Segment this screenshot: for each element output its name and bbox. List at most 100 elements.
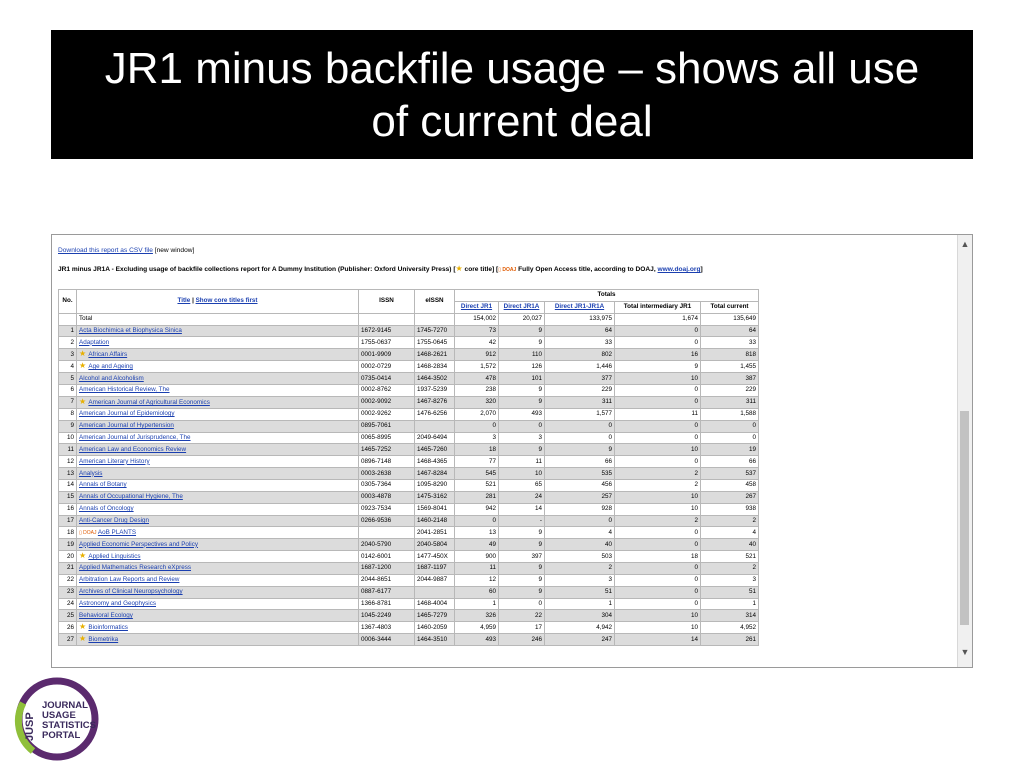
table-row: 24 Astronomy and Geophysics 1366-8781 1468-… [58,597,760,611]
journal-title-link[interactable]: Annals of Oncology [79,505,134,512]
row-direct-jr1: 326 [454,609,499,623]
journal-title-link[interactable]: American Journal of Hypertension [79,422,174,429]
journal-title-link[interactable]: Applied Economic Perspectives and Policy [79,541,198,548]
row-intermediary: 0 [614,562,701,575]
scroll-up-icon[interactable]: ▲ [958,237,972,251]
journal-title-link[interactable]: African Affairs [88,351,127,358]
col-issn-header: ISSN [358,289,415,314]
row-direct-diff: 0 [544,431,615,445]
row-direct-jr1: 1,572 [454,360,499,374]
row-direct-diff: 33 [544,336,615,350]
row-eissn: 1755-0645 [414,336,455,350]
row-issn: 0065-8995 [358,431,415,445]
journal-title-link[interactable]: Arbitration Law Reports and Review [79,576,179,583]
journal-title-link[interactable]: American Historical Review, The [79,386,170,393]
journal-title-link[interactable]: American Journal of Jurisprudence, The [79,434,191,441]
journal-title-link[interactable]: Archives of Clinical Neuropsychology [79,588,183,595]
row-issn: 1755-0637 [358,336,415,350]
journal-title-link[interactable]: American Literary History [79,458,150,465]
row-issn: 0895-7061 [358,419,415,433]
row-intermediary: 0 [614,384,701,397]
row-issn: 2044-8651 [358,573,415,587]
sort-direct-jr1a-link[interactable]: Direct JR1A [504,303,540,310]
scroll-down-icon[interactable]: ▼ [958,645,972,659]
sort-direct-diff-link[interactable]: Direct JR1-JR1A [555,303,604,310]
journal-title-link[interactable]: AoB PLANTS [98,529,136,536]
journal-title-link[interactable]: Anti-Cancer Drug Design [79,517,149,524]
doaj-link[interactable]: www.doaj.org [658,266,701,273]
row-intermediary: 11 [614,407,701,421]
row-direct-jr1a: 493 [498,407,545,421]
header-row-1: No. Title | Show core titles first ISSN … [58,289,760,314]
total-row-issn [358,312,415,326]
row-title: Alcohol and Alcoholism [76,372,359,386]
row-intermediary: 0 [614,538,701,552]
row-intermediary: 0 [614,597,701,611]
row-current: 33 [699,336,760,350]
row-issn: 0896-7148 [358,455,415,469]
sort-direct-jr1-link[interactable]: Direct JR1 [461,303,492,310]
journal-title-link[interactable]: Annals of Botany [79,481,127,488]
row-intermediary: 10 [614,490,701,504]
row-eissn: 1465-7279 [414,609,455,623]
journal-title-link[interactable]: American Journal of Epidemiology [79,410,175,417]
row-no: 8 [58,407,77,421]
col-total-intermediary-header: Total intermediary JR1 [614,300,701,314]
row-title: American Journal of Hypertension [76,419,359,433]
journal-title-link[interactable]: Age and Ageing [88,363,132,370]
sort-title-link[interactable]: Title [177,297,190,304]
journal-title-link[interactable]: Bioinformatics [88,624,128,631]
star-icon: ★ [79,634,89,644]
vertical-scrollbar[interactable]: ▲ ▼ [957,235,972,667]
row-issn: 1672-9145 [358,324,415,338]
row-title: American Literary History [76,455,359,469]
row-title: ★ American Journal of Agricultural Econo… [76,395,359,409]
row-issn: 0001-9909 [358,348,415,362]
journal-title-link[interactable]: Analysis [79,470,102,477]
row-no: 7 [58,395,77,409]
journal-title-link[interactable]: Applied Linguistics [88,553,140,560]
row-eissn: 2049-6494 [414,431,455,445]
table-row: 9 American Journal of Hypertension 0895-70… [58,419,760,433]
scroll-thumb[interactable] [960,411,969,625]
row-current: 0 [699,419,760,433]
row-issn: 0887-6177 [358,585,415,599]
row-eissn: 1477-450X [414,550,455,564]
row-no: 5 [58,372,77,386]
row-direct-jr1a: 0 [498,597,545,611]
journal-title-link[interactable]: Acta Biochimica et Biophysica Sinica [79,327,182,334]
row-direct-jr1: 493 [454,633,499,647]
journal-title-link[interactable]: American Journal of Agricultural Economi… [88,399,209,406]
row-current: 521 [699,550,760,564]
row-direct-jr1: 60 [454,585,499,599]
row-direct-jr1: 77 [454,455,499,469]
journal-title-link[interactable]: Alcohol and Alcoholism [79,375,144,382]
table-row: 3 ★ African Affairs 0001-9909 1468-2621 912 1… [58,348,760,362]
total-row-diff: 133,975 [544,312,615,326]
row-direct-jr1: 238 [454,384,499,397]
row-current: 64 [699,324,760,338]
table-row: 8 American Journal of Epidemiology 0002-92… [58,407,760,421]
row-current: 314 [699,609,760,623]
journal-title-link[interactable]: Annals of Occupational Hygiene, The [79,493,183,500]
csv-download-link[interactable]: Download this report as CSV file [58,247,153,254]
row-no: 3 [58,348,77,362]
journal-title-link[interactable]: Adaptation [79,339,109,346]
row-issn: 2040-5790 [358,538,415,552]
row-direct-jr1a: 3 [498,431,545,445]
table-row: 7 ★ American Journal of Agricultural Econ… [58,395,760,409]
journal-title-link[interactable]: Behavioral Ecology [79,612,133,619]
row-eissn: 2041-2851 [414,526,455,540]
show-core-titles-link[interactable]: Show core titles first [196,297,258,304]
journal-title-link[interactable]: American Law and Economics Review [79,446,186,453]
journal-title-link[interactable]: Applied Mathematics Research eXpress [79,564,191,571]
row-direct-jr1a: 397 [498,550,545,564]
row-intermediary: 10 [614,372,701,386]
row-issn: 0002-8762 [358,384,415,397]
journal-title-link[interactable]: Biometrika [88,636,118,643]
row-direct-jr1a: 9 [498,526,545,540]
row-eissn: 1476-6256 [414,407,455,421]
row-no: 16 [58,502,77,516]
row-direct-jr1a: 9 [498,324,545,338]
journal-title-link[interactable]: Astronomy and Geophysics [79,600,156,607]
